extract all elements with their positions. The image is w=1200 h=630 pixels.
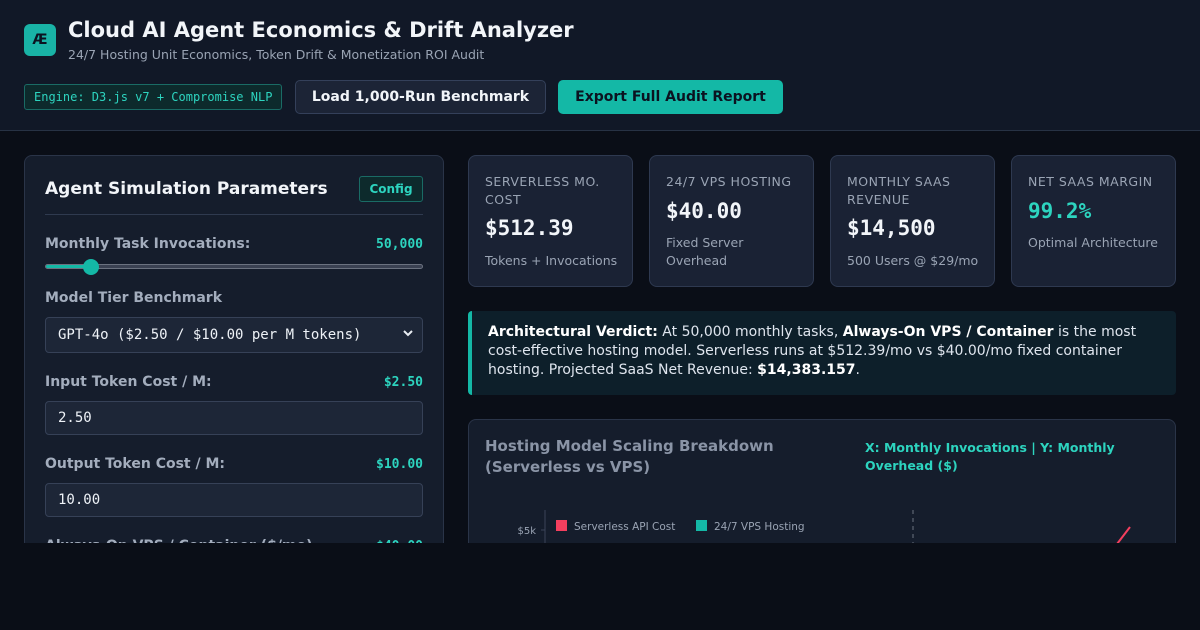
divider (45, 214, 423, 215)
invocations-slider[interactable] (45, 259, 423, 275)
viewport-cutoff (0, 543, 1200, 630)
chart-axes-note: X: Monthly Invocations | Y: Monthly Over… (865, 440, 1115, 473)
kpi-sub: Optimal Architecture (1028, 235, 1158, 250)
kpi-value: $40.00 (666, 199, 742, 223)
app-title: Cloud AI Agent Economics & Drift Analyze… (68, 18, 574, 42)
kpi-card-serverless: SERVERLESS MO. COST $512.39 Tokens + Inv… (468, 155, 633, 287)
legend-swatch-serverless (556, 520, 567, 531)
kpi-label: SERVERLESS MO. COST (485, 174, 600, 207)
simulation-parameters-panel: Agent Simulation Parameters Config Month… (24, 155, 444, 575)
app-subtitle: 24/7 Hosting Unit Economics, Token Drift… (68, 47, 485, 62)
input-cost-label: Input Token Cost / M: (45, 374, 212, 390)
y-tick-label: $5k (517, 526, 536, 537)
verdict-text: . (855, 362, 860, 378)
verdict-lead: Architectural Verdict: (488, 324, 658, 340)
verdict-text: At 50,000 monthly tasks, (657, 324, 843, 340)
kpi-value: $512.39 (485, 216, 574, 240)
legend-swatch-vps (696, 520, 707, 531)
output-cost-field[interactable]: 10.00 (45, 483, 423, 517)
export-report-button[interactable]: Export Full Audit Report (558, 80, 783, 114)
kpi-card-revenue: MONTHLY SAAS REVENUE $14,500 500 Users @… (830, 155, 995, 287)
engine-badge: Engine: D3.js v7 + Compromise NLP (24, 84, 283, 110)
config-badge: Config (359, 176, 423, 202)
input-cost-value: $2.50 (383, 375, 423, 390)
model-tier-selected: GPT-4o ($2.50 / $10.00 per M tokens) (58, 327, 362, 343)
output-cost-value: $10.00 (376, 457, 423, 472)
kpi-label: MONTHLY SAAS REVENUE (847, 174, 951, 207)
architectural-verdict: Architectural Verdict: At 50,000 monthly… (468, 311, 1176, 395)
serverless-series-line (1116, 526, 1131, 545)
kpi-value: 99.2% (1028, 199, 1092, 223)
input-cost-field[interactable]: 2.50 (45, 401, 423, 435)
app-header: Æ Cloud AI Agent Economics & Drift Analy… (0, 0, 1200, 131)
model-tier-select[interactable]: GPT-4o ($2.50 / $10.00 per M tokens) (45, 317, 423, 353)
kpi-label: NET SAAS MARGIN (1028, 174, 1153, 189)
legend-label-vps: 24/7 VPS Hosting (714, 521, 805, 533)
model-tier-label: Model Tier Benchmark (45, 290, 223, 306)
chart-title: Hosting Model Scaling Breakdown (Serverl… (485, 437, 774, 476)
verdict-emphasis: Always-On VPS / Container (842, 324, 1054, 340)
kpi-card-vps: 24/7 VPS HOSTING $40.00 Fixed Server Ove… (649, 155, 814, 287)
load-benchmark-button[interactable]: Load 1,000-Run Benchmark (295, 80, 546, 114)
kpi-sub: Fixed Server Overhead (666, 235, 744, 268)
kpi-sub: 500 Users @ $29/mo (847, 253, 979, 268)
kpi-card-margin: NET SAAS MARGIN 99.2% Optimal Architectu… (1011, 155, 1176, 287)
panel-title: Agent Simulation Parameters (45, 179, 328, 199)
invocations-label: Monthly Task Invocations: (45, 236, 251, 252)
output-cost-label: Output Token Cost / M: (45, 456, 226, 472)
kpi-value: $14,500 (847, 216, 936, 240)
slider-thumb[interactable] (83, 259, 100, 275)
kpi-label: 24/7 VPS HOSTING (666, 174, 792, 189)
invocations-value: 50,000 (376, 237, 423, 252)
app-logo: Æ (24, 24, 56, 56)
kpi-sub: Tokens + Invocations (485, 253, 618, 268)
chevron-down-icon (403, 330, 413, 337)
legend-label-serverless: Serverless API Cost (574, 521, 675, 533)
verdict-revenue: $14,383.157 (757, 362, 856, 378)
